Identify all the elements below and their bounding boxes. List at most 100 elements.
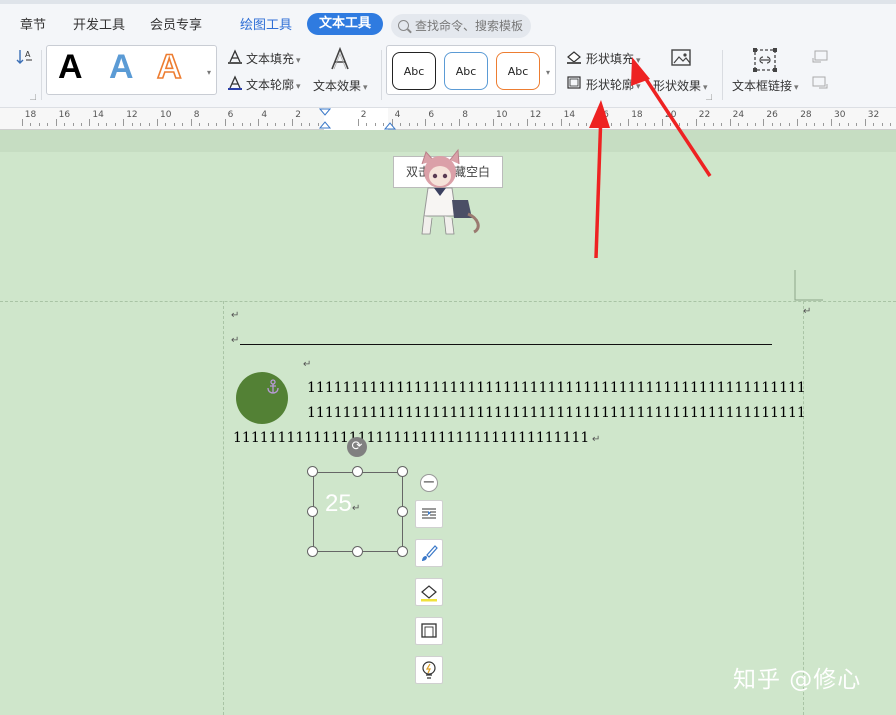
- ruler-tick-label: 20: [665, 110, 677, 120]
- textbox-content[interactable]: 25: [325, 490, 352, 518]
- text-style-orange-outline[interactable]: A: [156, 47, 182, 87]
- outline-icon: [421, 623, 437, 638]
- menu-bar: 章节 开发工具 会员专享 绘图工具 文本工具 查找命令、搜索模板: [0, 0, 896, 44]
- gallery-more-icon[interactable]: ▾: [207, 68, 215, 78]
- shape-outline-button[interactable]: 形状轮廓 ▾: [586, 76, 641, 93]
- menu-developer-tools[interactable]: 开发工具: [73, 14, 125, 33]
- ruler-tick-label: 4: [261, 110, 268, 120]
- resize-handle[interactable]: [352, 466, 363, 477]
- brush-icon: [422, 545, 438, 561]
- doc-text-line-2: 1111111111111111111111111111111111111111…: [307, 405, 806, 421]
- ruler-tick-label: 18: [631, 110, 643, 120]
- ruler-tick-label: 26: [766, 110, 778, 120]
- textbox-link-icon[interactable]: [752, 47, 778, 73]
- resize-handle[interactable]: [307, 466, 318, 477]
- shape-style-dark[interactable]: Abc: [392, 52, 436, 90]
- quick-shape-effects-button[interactable]: [415, 656, 443, 684]
- next-textbox-icon[interactable]: [812, 76, 828, 90]
- menu-text-tools[interactable]: 文本工具: [307, 13, 384, 35]
- text-fill-icon[interactable]: [227, 49, 243, 65]
- text-style-gallery[interactable]: A A A ▾: [46, 45, 217, 95]
- shape-style-blue[interactable]: Abc: [444, 52, 488, 90]
- ruler-tick-label: 18: [24, 110, 37, 120]
- anchor-icon: [267, 379, 279, 394]
- shape-effects-button[interactable]: 形状效果 ▾: [653, 77, 708, 94]
- style-brush-button[interactable]: [415, 539, 443, 567]
- ruler-tick-label: 6: [428, 110, 435, 120]
- ruler-tick-label: 28: [800, 110, 812, 120]
- resize-handle[interactable]: [397, 546, 408, 557]
- doc-text-line-1: 1111111111111111111111111111111111111111…: [307, 380, 806, 396]
- resize-handle[interactable]: [397, 506, 408, 517]
- shape-style-gallery[interactable]: Abc Abc Abc ▾: [386, 45, 556, 95]
- quick-shape-fill-button[interactable]: [415, 578, 443, 606]
- previous-textbox-icon[interactable]: [812, 50, 828, 64]
- shape-fill-button[interactable]: 形状填充 ▾: [586, 50, 641, 67]
- rotate-handle[interactable]: ⟳: [347, 437, 367, 457]
- ruler-text-area: [324, 108, 388, 130]
- textbox-link-button[interactable]: 文本框链接 ▾: [732, 77, 799, 94]
- shape-dialog-launcher-icon[interactable]: [706, 94, 712, 100]
- collapse-toolbar-button[interactable]: −: [420, 474, 438, 492]
- text-style-blue[interactable]: A: [109, 48, 134, 87]
- paragraph-mark: ↵: [303, 359, 312, 370]
- shape-fill-icon[interactable]: [566, 49, 582, 65]
- ruler-tick-label: 12: [529, 110, 542, 120]
- shape-gallery-more-icon[interactable]: ▾: [546, 68, 554, 78]
- ruler-tick-label: 10: [160, 110, 172, 120]
- quick-shape-outline-button[interactable]: [415, 617, 443, 645]
- shape-style-orange[interactable]: Abc: [496, 52, 540, 90]
- watermark: 知乎 @修心: [733, 667, 862, 693]
- layout-options-button[interactable]: [415, 500, 443, 528]
- search-input[interactable]: 查找命令、搜索模板: [391, 14, 531, 38]
- ribbon: A A A A ▾ 文本填充 ▾ 文本轮廓 ▾ 文本效果 ▾ Abc Abc Abc …: [0, 44, 896, 108]
- text-wrap-icon: [422, 508, 436, 519]
- dialog-launcher-icon[interactable]: [30, 94, 36, 100]
- text-outline-button[interactable]: 文本轮廓 ▾: [246, 76, 301, 93]
- text-fill-button[interactable]: 文本填充 ▾: [246, 50, 301, 67]
- svg-text:A: A: [25, 50, 31, 59]
- ruler-tick-label: 32: [867, 110, 880, 120]
- text-direction-icon[interactable]: A: [16, 48, 34, 66]
- ruler-tick-label: 24: [732, 110, 745, 120]
- ruler-tick-label: 2: [295, 110, 301, 120]
- ruler-tick-label: 8: [462, 110, 468, 120]
- menu-chapter[interactable]: 章节: [20, 14, 46, 33]
- ruler-tick-label: 30: [834, 110, 846, 120]
- ruler-tick-label: 12: [126, 110, 138, 120]
- resize-handle[interactable]: [307, 546, 318, 557]
- ruler-tick-label: 8: [193, 110, 200, 120]
- resize-handle[interactable]: [397, 466, 408, 477]
- menu-drawing-tools[interactable]: 绘图工具: [240, 14, 292, 33]
- paragraph-mark: ↵: [352, 503, 361, 514]
- ruler-tick-label: 10: [496, 110, 508, 120]
- ruler-tick-label: 16: [597, 110, 609, 120]
- left-indent-marker-icon[interactable]: [319, 108, 331, 130]
- search-placeholder: 查找命令、搜索模板: [415, 19, 524, 33]
- ruler-tick-label: 14: [92, 110, 104, 120]
- doc-text-line-3: 1111111111111111111111111111111111111111: [233, 430, 590, 446]
- ruler-tick-label: 16: [58, 110, 71, 120]
- paragraph-mark: ↵: [803, 306, 812, 317]
- text-style-black[interactable]: A: [58, 48, 83, 87]
- ruler-tick-label: 22: [698, 110, 711, 120]
- shape-effects-icon[interactable]: [670, 47, 694, 71]
- horizontal-ruler[interactable]: 18 16 14 12 10 8 6 4 2 2 4 6 8 10 12 14 16 18 20 22 24 26 28 30…: [0, 108, 896, 130]
- text-outline-icon[interactable]: [227, 75, 243, 91]
- right-indent-marker-icon[interactable]: [384, 118, 396, 130]
- shape-outline-icon[interactable]: [566, 75, 582, 91]
- text-effects-icon[interactable]: [329, 47, 351, 71]
- text-effects-button[interactable]: 文本效果 ▾: [313, 77, 368, 94]
- horizontal-rule: [240, 344, 772, 345]
- fill-bucket-icon: [421, 585, 437, 602]
- paragraph-mark: ↵: [231, 310, 240, 321]
- mascot-decoration: [421, 148, 480, 235]
- paragraph-mark: ↵: [592, 434, 601, 445]
- search-icon: [398, 20, 409, 31]
- menu-member[interactable]: 会员专享: [150, 14, 202, 33]
- ruler-tick-label: 6: [227, 110, 234, 120]
- ruler-tick-label: 2: [360, 110, 367, 120]
- paragraph-mark: ↵: [231, 335, 240, 346]
- resize-handle[interactable]: [352, 546, 363, 557]
- resize-handle[interactable]: [307, 506, 318, 517]
